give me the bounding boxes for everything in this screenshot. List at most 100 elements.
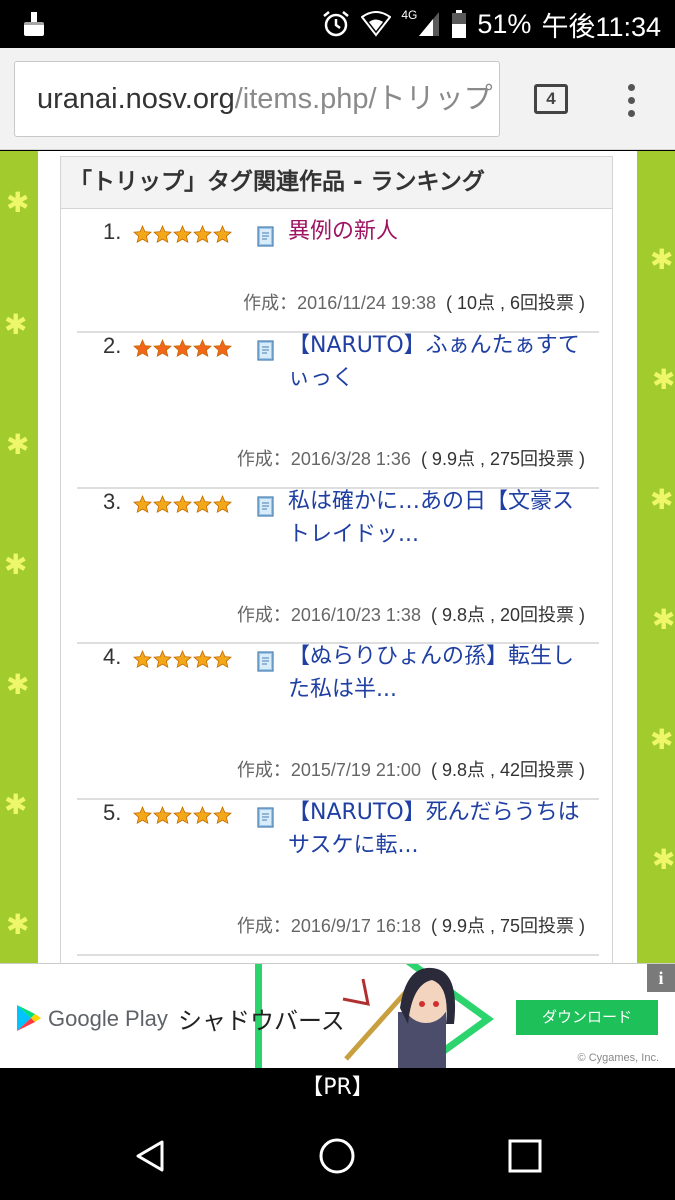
book-icon: [257, 226, 274, 247]
ad-title: シャドウバース: [178, 1007, 345, 1035]
back-icon[interactable]: [130, 1136, 170, 1176]
ranking-item: 1. 異例の新人 作成：2016/11/24 19:38( 10点 , 6回投票 ): [77, 219, 599, 333]
book-icon: [257, 807, 274, 828]
star-icon: [153, 225, 172, 244]
star-icon: [153, 806, 172, 825]
wifi-icon: [361, 11, 392, 37]
flower-decoration: ✱: [652, 843, 675, 876]
tab-switcher-button[interactable]: 4: [534, 84, 568, 114]
ranking-item: 2. 【NARUTO】ふぁんたぁすてぃっく 作成：2016/3/28 1:36( 9…: [77, 333, 599, 489]
book-icon: [257, 651, 274, 672]
ad-store-label: Google Play: [48, 1006, 168, 1031]
rank-number: 1.: [103, 219, 122, 244]
star-icon: [173, 650, 192, 669]
star-icon: [133, 806, 152, 825]
star-icon: [153, 650, 172, 669]
page-content: ✱ ✱ ✱ ✱ ✱ ✱ ✱ ✱ ✱ ✱ ✱ ✱ ✱ 「トリップ」タグ関連作品 -…: [0, 151, 675, 963]
star-icon: [213, 339, 232, 358]
item-score: ( 9.8点 , 42回投票 ): [430, 760, 585, 780]
flower-decoration: ✱: [4, 548, 28, 581]
item-created: 作成：2016/10/23 1:38: [236, 605, 421, 625]
flower-decoration: ✱: [6, 428, 30, 461]
star-icon: [213, 225, 232, 244]
book-icon: [257, 340, 274, 361]
google-play-icon: [17, 1005, 41, 1031]
flower-decoration: ✱: [650, 243, 674, 276]
star-icon: [193, 225, 212, 244]
battery-icon: [452, 10, 467, 38]
address-bar[interactable]: uranai.nosv.org/items.php/トリップ: [14, 61, 500, 137]
ad-banner[interactable]: Google Play シャドウバース ダウンロード i © Cygames, …: [0, 963, 675, 1068]
flower-decoration: ✱: [6, 908, 30, 941]
item-score: ( 9.9点 , 275回投票 ): [420, 449, 585, 469]
item-title-link[interactable]: 【NARUTO】ふぁんたぁすてぃっく: [288, 329, 588, 395]
item-created: 作成：2015/7/19 21:00: [236, 760, 421, 780]
flower-decoration: ✱: [6, 668, 30, 701]
system-nav-bar: [0, 1110, 675, 1200]
item-created: 作成：2016/9/17 16:18: [236, 916, 421, 936]
flower-decoration: ✱: [4, 308, 28, 341]
rank-number: 5.: [103, 800, 122, 825]
rank-number: 4.: [103, 644, 122, 669]
star-icon: [193, 339, 212, 358]
rank-number: 2.: [103, 333, 122, 358]
star-icon: [153, 339, 172, 358]
paint-brush-icon: [24, 12, 44, 36]
flower-decoration: ✱: [6, 186, 30, 219]
item-title-link[interactable]: 私は確かに…あの日【文豪ストレイドッ...: [288, 485, 588, 551]
main-column: 「トリップ」タグ関連作品 - ランキング 1. 異例の新人作成：2016/11/2…: [38, 151, 637, 963]
home-icon[interactable]: [317, 1136, 357, 1176]
rating-stars: [133, 806, 232, 825]
flower-decoration: ✱: [650, 483, 674, 516]
download-button[interactable]: ダウンロード: [516, 1000, 658, 1035]
star-icon: [193, 495, 212, 514]
item-created: 作成：2016/11/24 19:38: [243, 293, 436, 313]
ranking-item: 5. 【NARUTO】死んだらうちはサスケに転... 作成：2016/9/17 16…: [77, 800, 599, 956]
star-icon: [133, 495, 152, 514]
star-icon: [133, 225, 152, 244]
alarm-icon: [323, 11, 350, 37]
item-score: ( 10点 , 6回投票 ): [445, 293, 585, 313]
star-icon: [173, 339, 192, 358]
recents-icon[interactable]: [505, 1136, 545, 1176]
item-created: 作成：2016/3/28 1:36: [236, 449, 411, 469]
item-title-link[interactable]: 【ぬらりひょんの孫】転生した私は半...: [288, 640, 588, 706]
rating-stars: [133, 339, 232, 358]
overflow-menu-icon[interactable]: [618, 82, 646, 118]
url-host: uranai.nosv.org: [37, 83, 235, 115]
star-icon: [193, 806, 212, 825]
status-bar: 4G 51% 午後11:34: [0, 0, 675, 48]
item-score: ( 9.8点 , 20回投票 ): [430, 605, 585, 625]
star-icon: [133, 339, 152, 358]
star-icon: [133, 650, 152, 669]
ranking-item: 3. 私は確かに…あの日【文豪ストレイドッ... 作成：2016/10/23 1:3…: [77, 489, 599, 644]
flower-decoration: ✱: [4, 788, 28, 821]
ad-copyright: © Cygames, Inc.: [577, 1052, 659, 1064]
star-icon: [213, 650, 232, 669]
star-icon: [213, 806, 232, 825]
info-icon[interactable]: i: [647, 964, 675, 992]
rating-stars: [133, 495, 232, 514]
flower-decoration: ✱: [652, 603, 675, 636]
star-icon: [193, 650, 212, 669]
item-meta: 作成：2016/9/17 16:18 ( 9.9点 , 75回投票 ): [237, 912, 585, 938]
signal-icon: [419, 12, 440, 36]
item-title-link[interactable]: 異例の新人: [288, 215, 588, 248]
ad-character-illustration: [342, 964, 494, 1068]
item-meta: 作成：2016/3/28 1:36 ( 9.9点 , 275回投票 ): [237, 445, 585, 471]
browser-toolbar: uranai.nosv.org/items.php/トリップ 4: [0, 48, 675, 150]
book-icon: [257, 496, 274, 517]
star-icon: [173, 806, 192, 825]
battery-percent: 51%: [477, 8, 532, 39]
item-score: ( 9.9点 , 75回投票 ): [430, 916, 585, 936]
star-icon: [173, 495, 192, 514]
star-icon: [173, 225, 192, 244]
ranking-panel: 「トリップ」タグ関連作品 - ランキング 1. 異例の新人作成：2016/11/2…: [60, 156, 613, 963]
ranking-title: 「トリップ」タグ関連作品 - ランキング: [61, 157, 612, 209]
flower-decoration: ✱: [650, 723, 674, 756]
clock: 午後11:34: [541, 11, 661, 42]
item-meta: 作成：2015/7/19 21:00 ( 9.8点 , 42回投票 ): [237, 756, 585, 782]
rank-number: 3.: [103, 489, 122, 514]
star-icon: [213, 495, 232, 514]
item-title-link[interactable]: 【NARUTO】死んだらうちはサスケに転...: [288, 796, 588, 862]
